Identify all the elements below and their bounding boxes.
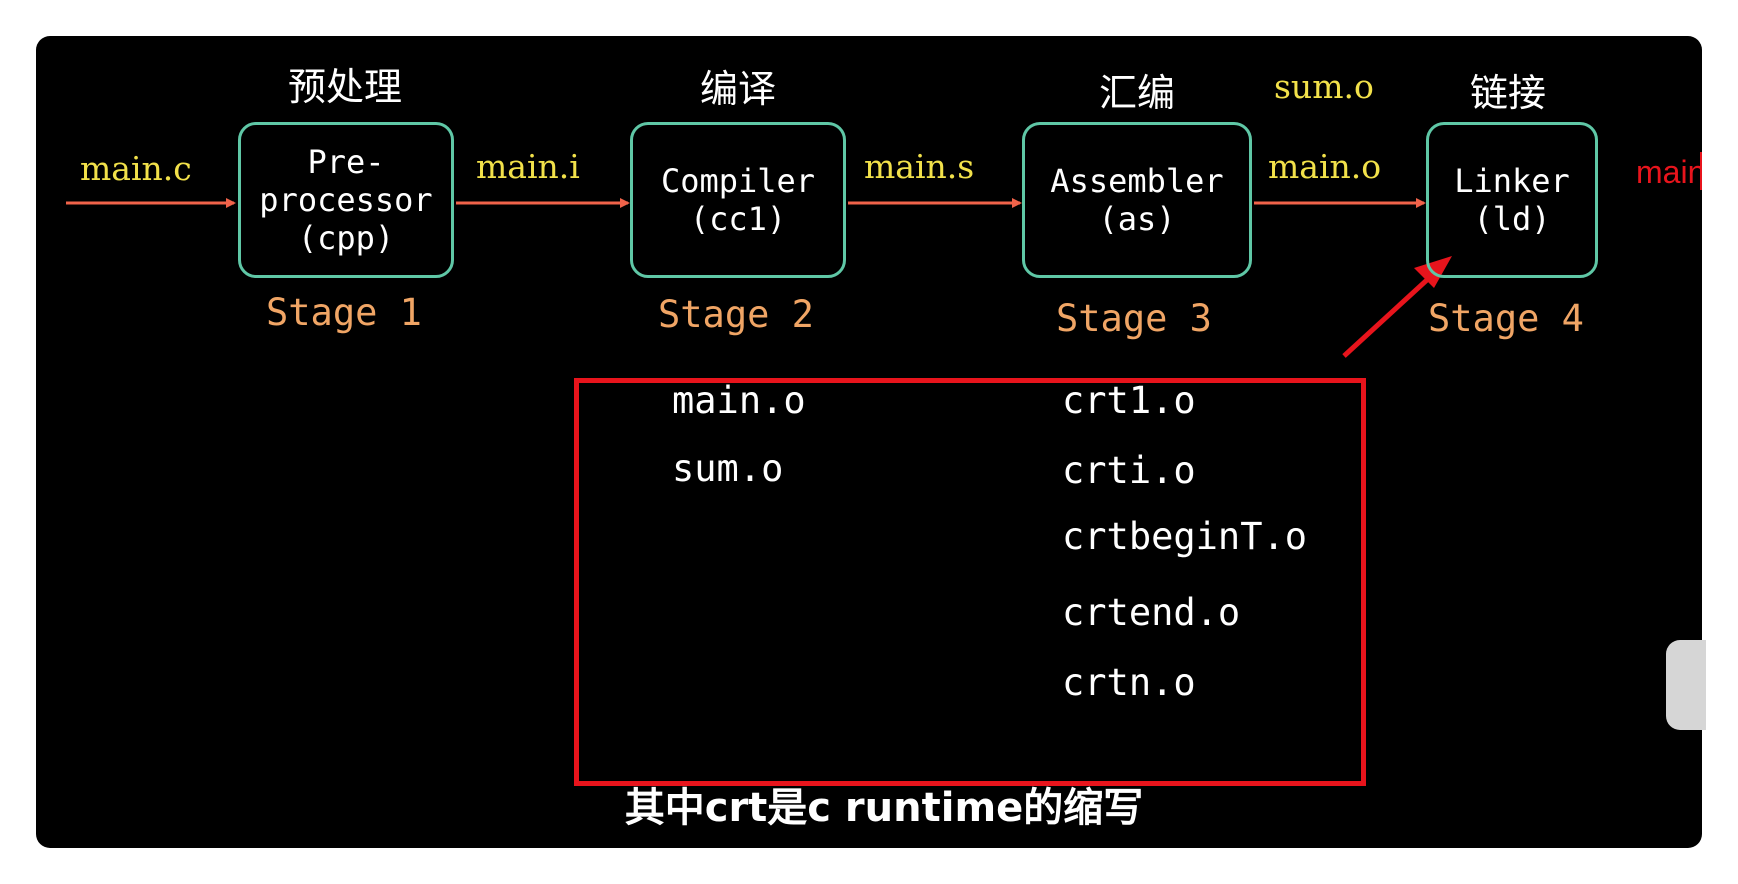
link-inputs-box: [574, 378, 1366, 786]
compiler-line-1: Compiler: [660, 162, 816, 200]
link-object-sum-o: sum.o: [672, 447, 784, 490]
linker-line-1: Linker: [1454, 162, 1570, 200]
link-object-crtend-o: crtend.o: [1062, 591, 1241, 634]
video-frame: 预处理 编译 汇编 链接 main.c main.i main.s main.o…: [36, 36, 1702, 848]
link-object-main-o: main.o: [672, 379, 806, 422]
subtitle-caption: 其中crt是c runtime的缩写: [624, 785, 1144, 831]
preprocessor-box: Pre- processor (cpp): [238, 122, 454, 278]
link-object-crti-o: crti.o: [1062, 449, 1196, 492]
compiler-box: Compiler (cc1): [630, 122, 846, 278]
file-label-main-c: main.c: [80, 149, 192, 188]
assembler-line-2: (as): [1098, 200, 1176, 238]
preprocessor-line-1: Pre-: [307, 143, 385, 181]
file-label-main-o: main.o: [1268, 147, 1382, 186]
text-cursor: [1700, 152, 1702, 190]
compiler-line-2: (cc1): [689, 200, 787, 238]
stage4-label: Stage 4: [1428, 297, 1584, 340]
stage2-label: Stage 2: [658, 293, 814, 336]
link-object-crtbegint-o: crtbeginT.o: [1062, 515, 1308, 558]
link-object-crtn-o: crtn.o: [1062, 661, 1196, 704]
stage4-title: 链接: [1470, 71, 1547, 115]
output-label-main: main: [1636, 154, 1702, 190]
stage3-title: 汇编: [1099, 71, 1176, 115]
linker-line-2: (ld): [1473, 200, 1551, 238]
linker-box: Linker (ld): [1426, 122, 1598, 278]
assembler-line-1: Assembler: [1050, 162, 1224, 200]
stage1-label: Stage 1: [266, 291, 422, 334]
file-label-sum-o: sum.o: [1274, 67, 1374, 106]
file-label-main-s: main.s: [864, 147, 975, 186]
link-object-crt1-o: crt1.o: [1062, 379, 1196, 422]
preprocessor-line-2: processor: [259, 181, 433, 219]
side-float-widget[interactable]: [1666, 640, 1706, 730]
stage2-title: 编译: [700, 67, 777, 111]
assembler-box: Assembler (as): [1022, 122, 1252, 278]
preprocessor-line-3: (cpp): [297, 219, 395, 257]
file-label-main-i: main.i: [476, 147, 580, 186]
stage3-label: Stage 3: [1056, 297, 1212, 340]
stage1-title: 预处理: [288, 65, 403, 109]
